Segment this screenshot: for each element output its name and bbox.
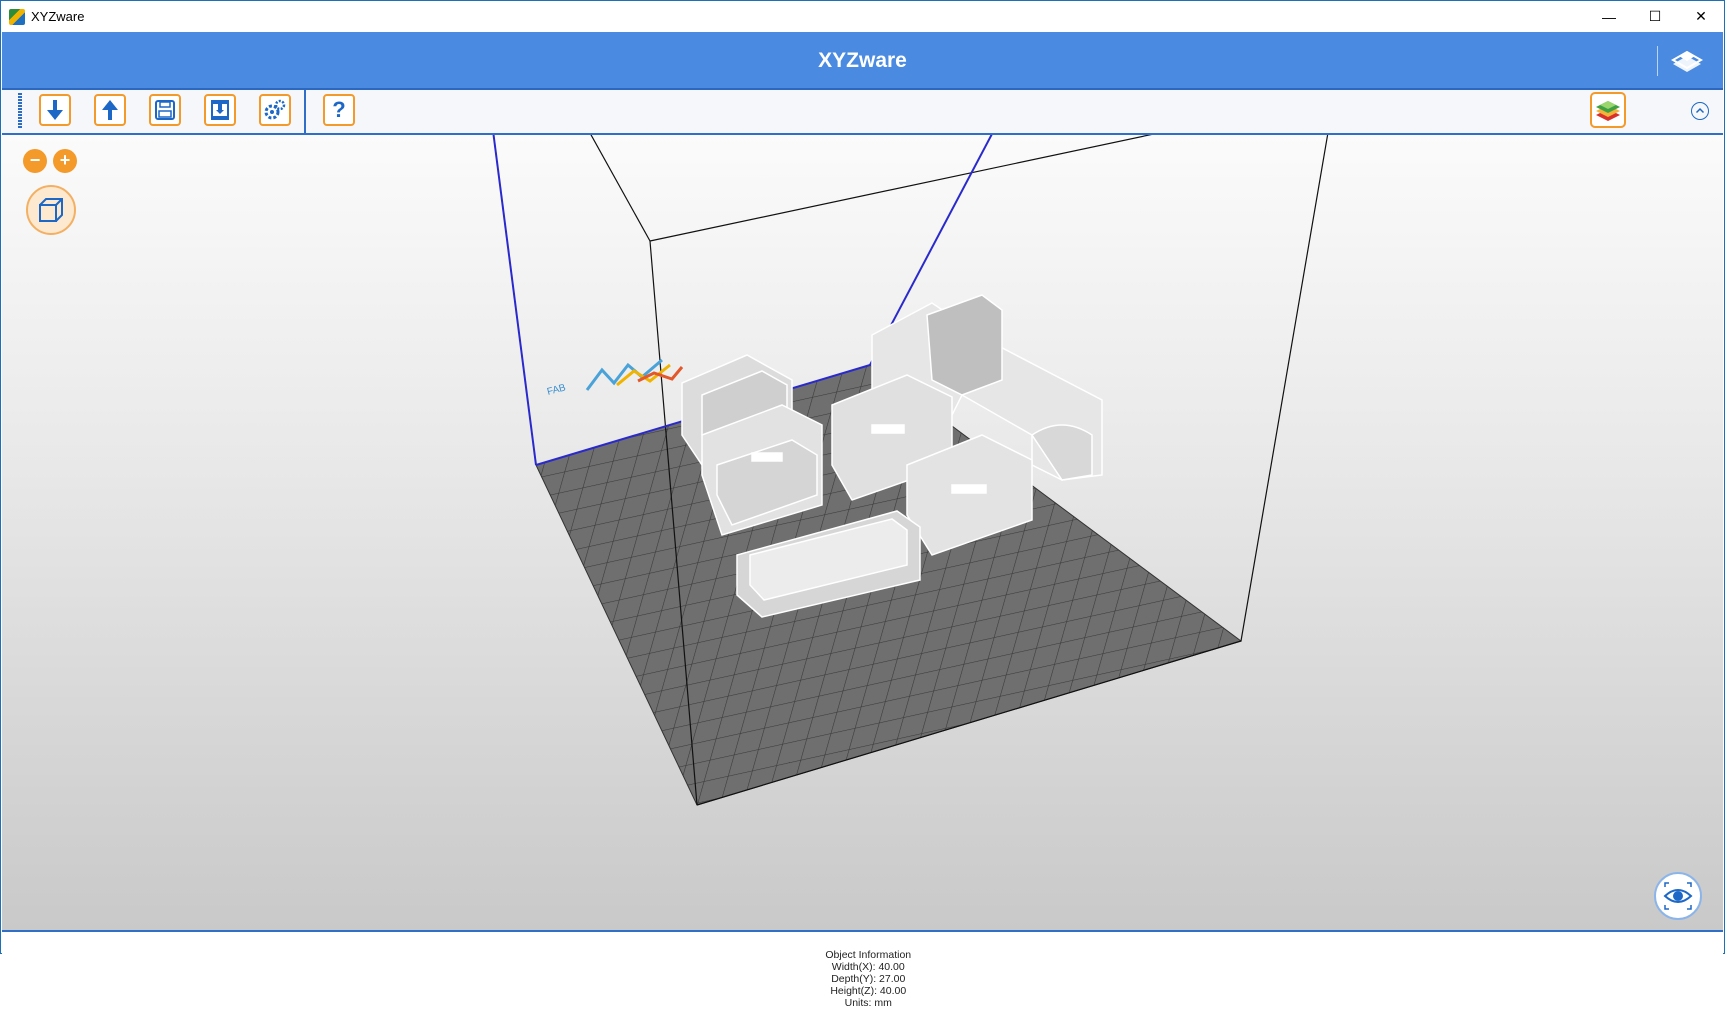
arrow-up-icon	[102, 100, 118, 120]
gears-icon	[264, 99, 286, 120]
cube-icon	[39, 198, 63, 222]
close-button[interactable]: ✕	[1678, 1, 1724, 32]
floppy-disk-icon	[155, 100, 175, 120]
stacked-layers-logo-icon[interactable]	[1669, 46, 1705, 74]
header-divider	[1657, 46, 1658, 76]
layers-button[interactable]	[1590, 92, 1626, 128]
object-height: Height(Z): 40.00	[830, 985, 907, 997]
zoom-in-button[interactable]: +	[53, 149, 77, 173]
main-toolbar: ?	[2, 90, 1723, 135]
app-header: XYZware	[2, 32, 1723, 90]
status-bar: Object Information Width(X): 40.00 Depth…	[2, 930, 1723, 1009]
object-width: Width(X): 40.00	[831, 961, 905, 973]
eye-icon	[1663, 882, 1693, 910]
app-icon	[9, 8, 25, 25]
preview-button[interactable]	[1654, 872, 1702, 920]
svg-text:FAB: FAB	[546, 382, 567, 398]
collapse-button[interactable]	[1691, 102, 1709, 120]
layers-icon	[1596, 101, 1620, 121]
window-title: XYZware	[31, 9, 85, 24]
build-volume-scene: FAB	[492, 135, 1329, 806]
save-button[interactable]	[149, 94, 181, 126]
print-button[interactable]	[204, 94, 236, 126]
toolbar-grip[interactable]	[18, 93, 22, 129]
export-button[interactable]	[94, 94, 126, 126]
minimize-button[interactable]: —	[1586, 1, 1632, 32]
arrow-down-icon	[47, 100, 63, 120]
3d-viewport[interactable]: FAB − +	[2, 135, 1723, 930]
import-button[interactable]	[39, 94, 71, 126]
zoom-out-button[interactable]: −	[23, 149, 47, 173]
settings-button[interactable]	[259, 94, 291, 126]
application-window: XYZware — ☐ ✕ XYZware ? FAB − + Object I…	[0, 0, 1725, 1009]
object-info-label: Object Information	[825, 949, 912, 961]
view-cube-button[interactable]	[26, 185, 76, 235]
toolbar-separator	[304, 90, 306, 133]
help-button[interactable]: ?	[323, 94, 355, 126]
title-bar: XYZware — ☐ ✕	[1, 1, 1724, 32]
question-mark-icon: ?	[332, 97, 346, 122]
object-depth: Depth(Y): 27.00	[831, 973, 906, 985]
maximize-button[interactable]: ☐	[1632, 1, 1678, 32]
object-units: Units: mm	[844, 997, 892, 1009]
app-header-title: XYZware	[818, 49, 907, 72]
printer-icon	[211, 100, 229, 120]
chevron-up-icon	[1695, 107, 1705, 114]
